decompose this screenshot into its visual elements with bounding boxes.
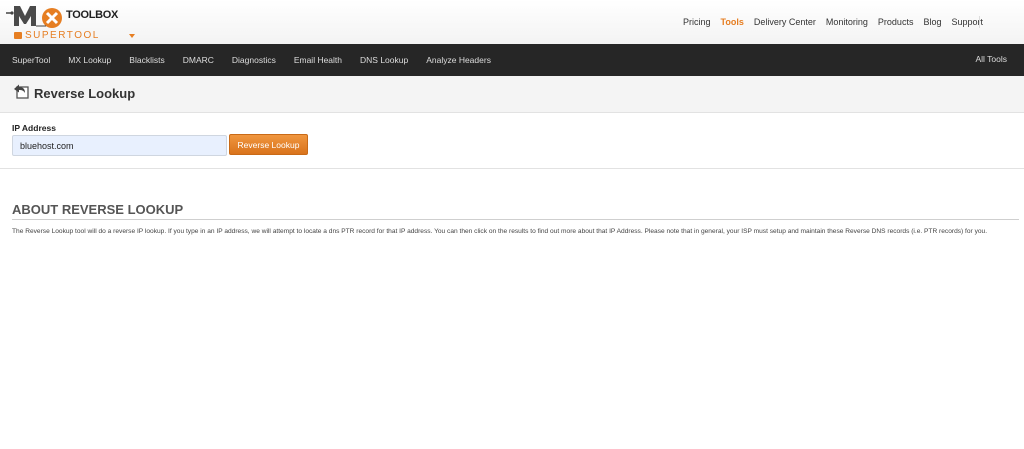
ip-address-input[interactable] [12, 135, 227, 156]
tool-nav-diagnostics[interactable]: Diagnostics [223, 55, 285, 65]
tool-nav: SuperTool MX Lookup Blacklists DMARC Dia… [0, 44, 1024, 76]
supertool-text: SUPERTOOL [25, 30, 100, 41]
tool-nav-mx-lookup[interactable]: MX Lookup [59, 55, 120, 65]
tool-nav-dmarc[interactable]: DMARC [174, 55, 223, 65]
reverse-lookup-button[interactable]: Reverse Lookup [229, 134, 308, 155]
reverse-arrow-icon [14, 84, 29, 99]
lookup-form: IP Address Reverse Lookup [0, 113, 1024, 169]
logo-wordmark: TOOLBOX [66, 9, 119, 21]
page-title: Reverse Lookup [34, 86, 136, 101]
toolbox-icon [14, 32, 22, 39]
mx-logo-icon [6, 6, 62, 28]
nav-products[interactable]: Products [873, 17, 919, 27]
nav-pricing[interactable]: Pricing [678, 17, 716, 27]
page-title-bar: Reverse Lookup [0, 76, 1024, 113]
nav-divider [979, 16, 980, 28]
nav-support[interactable]: Support [946, 17, 988, 27]
nav-tools[interactable]: Tools [716, 17, 749, 27]
about-heading: ABOUT REVERSE LOOKUP [12, 202, 1019, 220]
tool-nav-email-health[interactable]: Email Health [285, 55, 351, 65]
top-header: TOOLBOX SUPERTOOL Pricing Tools Delivery… [0, 0, 1024, 44]
tool-nav-analyze-headers[interactable]: Analyze Headers [417, 55, 500, 65]
mxtoolbox-logo[interactable]: TOOLBOX SUPERTOOL [6, 4, 136, 41]
supertool-label[interactable]: SUPERTOOL [14, 30, 100, 41]
ip-address-label: IP Address [12, 123, 56, 133]
top-nav: Pricing Tools Delivery Center Monitoring… [678, 0, 988, 44]
tool-nav-blacklists[interactable]: Blacklists [120, 55, 173, 65]
chevron-down-icon[interactable] [129, 34, 135, 38]
about-description: The Reverse Lookup tool will do a revers… [12, 228, 988, 235]
tool-nav-dns-lookup[interactable]: DNS Lookup [351, 55, 417, 65]
all-tools-link[interactable]: All Tools [967, 54, 1017, 64]
nav-blog[interactable]: Blog [918, 17, 946, 27]
nav-delivery-center[interactable]: Delivery Center [749, 17, 821, 27]
nav-monitoring[interactable]: Monitoring [821, 17, 873, 27]
tool-nav-supertool[interactable]: SuperTool [0, 55, 59, 65]
